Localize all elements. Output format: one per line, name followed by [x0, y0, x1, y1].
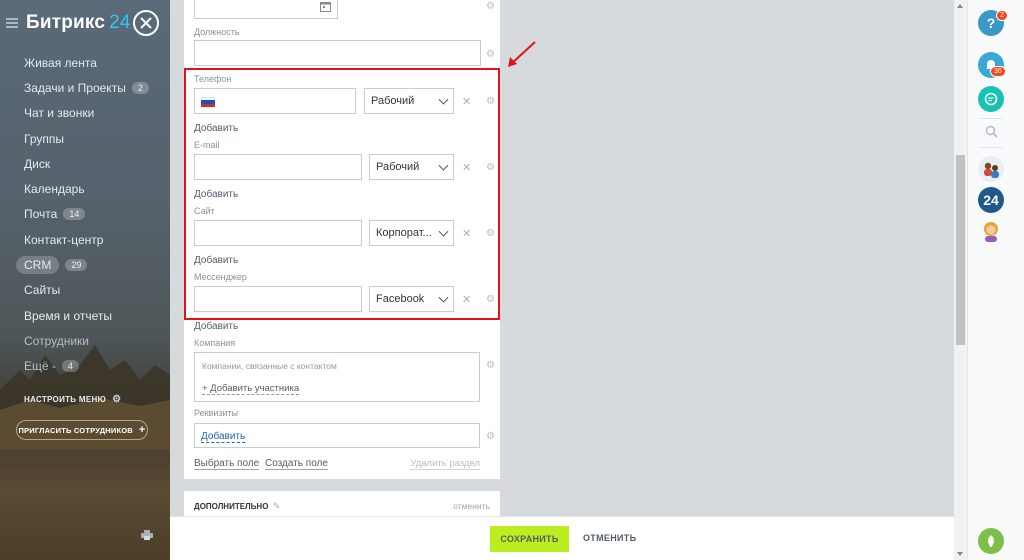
chevron-down-icon: [438, 94, 449, 105]
crm-counter: 29: [65, 259, 88, 272]
additional-cancel-link[interactable]: отменить: [453, 501, 490, 511]
russia-flag-icon[interactable]: [201, 97, 215, 107]
add-participant-link[interactable]: + Добавить участника: [202, 383, 300, 395]
messenger-type-select[interactable]: Facebook: [369, 286, 454, 312]
additional-title: ДОПОЛНИТЕЛЬНО: [194, 502, 269, 511]
requisites-label: Реквизиты: [194, 408, 239, 418]
sidebar-item-mail[interactable]: Почта 14: [0, 202, 170, 227]
add-messenger-link[interactable]: Добавить: [194, 321, 238, 332]
sidebar-item-calendar[interactable]: Календарь: [0, 176, 170, 201]
add-email-link[interactable]: Добавить: [194, 189, 238, 200]
field-settings-gear-icon[interactable]: ⚙: [486, 96, 495, 107]
footer-bar: СОХРАНИТЬ ОТМЕНИТЬ: [170, 516, 967, 560]
printer-icon[interactable]: [141, 530, 153, 540]
field-settings-gear-icon[interactable]: ⚙: [486, 360, 495, 371]
email-label: E-mail: [194, 140, 220, 150]
messenger-label: Мессенджер: [194, 272, 247, 282]
sidebar-item-feed[interactable]: Живая лента: [0, 50, 170, 75]
phone-input[interactable]: [194, 88, 356, 114]
cancel-button[interactable]: ОТМЕНИТЬ: [583, 533, 636, 543]
add-phone-link[interactable]: Добавить: [194, 123, 238, 134]
position-label: Должность: [194, 27, 240, 37]
right-panel: ? 2 36 24: [967, 0, 1024, 560]
more-counter: 4: [61, 360, 79, 373]
field-settings-gear-icon[interactable]: ⚙: [486, 1, 495, 12]
scrollbar-thumb[interactable]: [956, 155, 965, 345]
position-input[interactable]: [194, 40, 481, 66]
chevron-down-icon: [438, 292, 449, 303]
pencil-icon[interactable]: ✎: [273, 501, 281, 512]
user-avatar[interactable]: [978, 218, 1004, 244]
company-label: Компания: [194, 338, 236, 348]
sidebar-item-crm[interactable]: CRM 29: [0, 252, 170, 277]
bitrix24-app-icon[interactable]: 24: [978, 187, 1004, 213]
group-chat-avatar[interactable]: [978, 156, 1004, 182]
sidebar-item-more[interactable]: Ещё -4: [0, 354, 170, 379]
help-badge: 2: [996, 10, 1008, 21]
tasks-counter: 2: [131, 81, 149, 94]
timeman-start-icon[interactable]: [978, 528, 1004, 554]
field-settings-gear-icon[interactable]: ⚙: [486, 294, 495, 305]
phone-label: Телефон: [194, 74, 232, 84]
scroll-up-icon[interactable]: [957, 4, 963, 8]
messenger-input[interactable]: [194, 286, 362, 312]
field-settings-gear-icon[interactable]: ⚙: [486, 228, 495, 239]
remove-phone-icon[interactable]: ✕: [462, 95, 471, 108]
phone-type-select[interactable]: Рабочий: [364, 88, 454, 114]
bitrix24-logo[interactable]: Битрикс 24: [26, 12, 131, 34]
remove-messenger-icon[interactable]: ✕: [462, 293, 471, 306]
birthdate-input[interactable]: [194, 0, 338, 19]
sidebar-item-groups[interactable]: Группы: [0, 126, 170, 151]
sidebar-item-chat[interactable]: Чат и звонки: [0, 101, 170, 126]
sidebar-item-sites[interactable]: Сайты: [0, 278, 170, 303]
gear-icon: ⚙: [112, 394, 122, 405]
save-button[interactable]: СОХРАНИТЬ: [490, 526, 569, 552]
site-type-select[interactable]: Корпорат...: [369, 220, 454, 246]
field-settings-gear-icon[interactable]: ⚙: [486, 49, 495, 60]
sidebar-item-contact-center[interactable]: Контакт-центр: [0, 227, 170, 252]
companies-box[interactable]: Компании, связанные с контактом + Добави…: [194, 352, 480, 402]
notifications-badge: 36: [990, 66, 1006, 77]
annotation-arrow-icon: [508, 41, 536, 67]
remove-site-icon[interactable]: ✕: [462, 227, 471, 240]
invite-employees-button[interactable]: ПРИГЛАСИТЬ СОТРУДНИКОВ +: [16, 420, 148, 440]
page-scrollbar[interactable]: [954, 0, 967, 560]
field-settings-gear-icon[interactable]: ⚙: [486, 431, 495, 442]
calendar-icon[interactable]: [320, 1, 331, 12]
setup-menu-link[interactable]: НАСТРОИТЬ МЕНЮ ⚙: [24, 394, 121, 405]
chevron-down-icon: [438, 226, 449, 237]
right-panel-divider: [980, 118, 1002, 119]
requisites-box: Добавить: [194, 423, 480, 448]
delete-section-link[interactable]: Удалить раздел: [410, 458, 480, 470]
mail-counter: 14: [63, 208, 86, 221]
close-icon[interactable]: [133, 10, 159, 36]
right-panel-divider: [980, 147, 1002, 148]
sidebar-menu: Живая лента Задачи и Проекты 2 Чат и звон…: [0, 50, 170, 379]
contact-form-section: ⚙ Должность ⚙ Телефон Рабочий ✕ ⚙ Добави…: [184, 0, 500, 479]
site-input[interactable]: [194, 220, 362, 246]
site-label: Сайт: [194, 206, 215, 216]
messenger-chat-icon[interactable]: [978, 86, 1004, 112]
chevron-down-icon: [438, 160, 449, 171]
sidebar-item-disk[interactable]: Диск: [0, 151, 170, 176]
create-field-link[interactable]: Создать поле: [265, 458, 328, 470]
sidebar-item-time-reports[interactable]: Время и отчеты: [0, 303, 170, 328]
add-site-link[interactable]: Добавить: [194, 255, 238, 266]
scroll-down-icon[interactable]: [957, 552, 963, 556]
sidebar-item-employees[interactable]: Сотрудники: [0, 328, 170, 353]
email-type-select[interactable]: Рабочий: [369, 154, 454, 180]
sidebar-item-tasks[interactable]: Задачи и Проекты 2: [0, 75, 170, 100]
left-sidebar: Битрикс 24 Живая лента Задачи и Проекты 2 …: [0, 0, 170, 560]
companies-placeholder: Компании, связанные с контактом: [202, 361, 337, 371]
add-requisites-link[interactable]: Добавить: [201, 431, 246, 443]
logo-row: Битрикс 24: [6, 12, 131, 34]
field-settings-gear-icon[interactable]: ⚙: [486, 162, 495, 173]
select-field-link[interactable]: Выбрать поле: [194, 458, 260, 470]
email-input[interactable]: [194, 154, 362, 180]
plus-icon: +: [138, 424, 146, 436]
search-icon[interactable]: [985, 125, 998, 138]
menu-burger-icon[interactable]: [6, 18, 18, 28]
remove-email-icon[interactable]: ✕: [462, 161, 471, 174]
